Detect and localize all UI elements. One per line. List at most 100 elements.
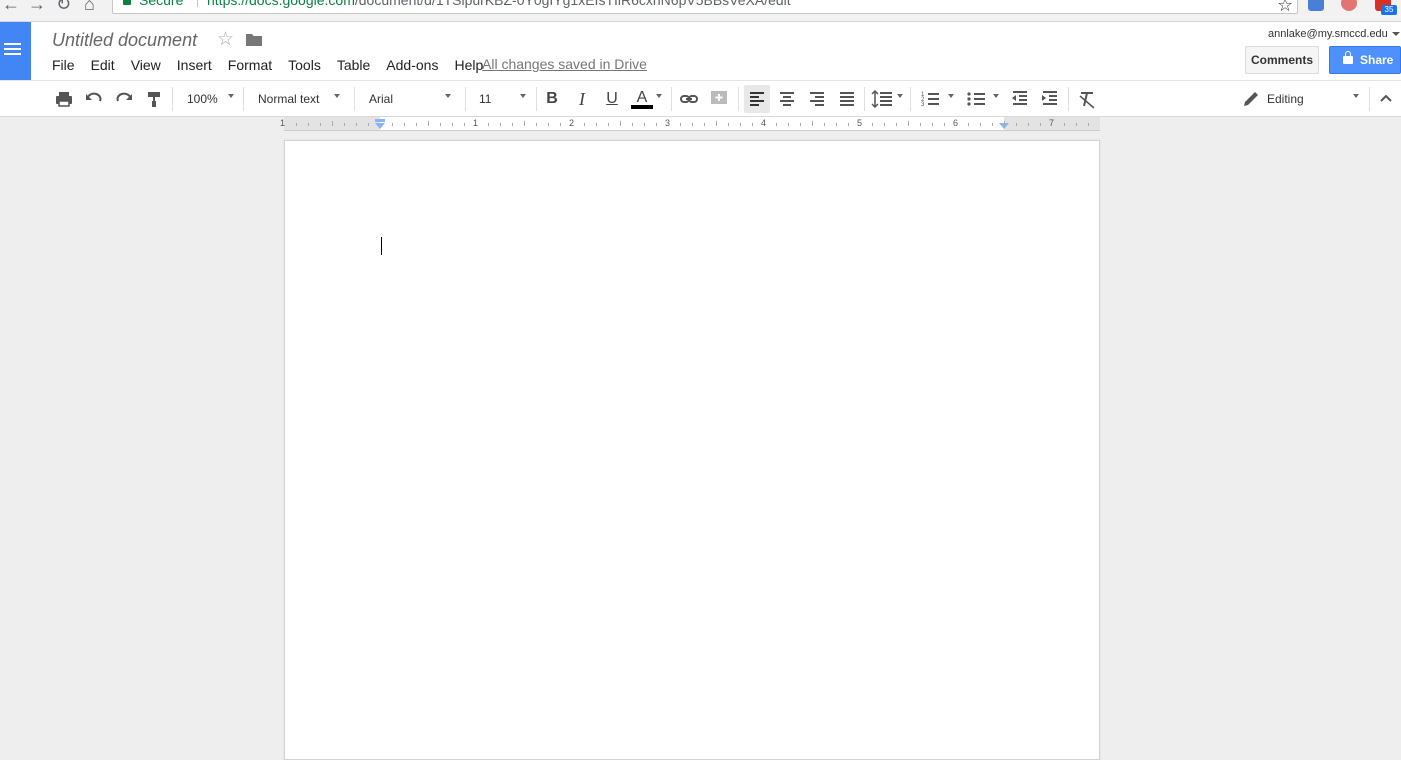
ruler-tick	[944, 123, 945, 126]
toolbar-separator	[671, 87, 672, 111]
extension-icon[interactable]	[1341, 0, 1357, 11]
clear-formatting-icon[interactable]	[1076, 85, 1098, 113]
address-bar[interactable]: Secure https://docs.google.com/document/…	[112, 0, 1298, 14]
font-size-caret-icon	[520, 94, 526, 98]
menu-insert[interactable]: Insert	[177, 57, 212, 73]
paint-format-icon[interactable]	[143, 85, 165, 113]
ruler-tick	[536, 123, 537, 126]
ruler-tick	[836, 123, 837, 126]
align-justify-icon[interactable]	[834, 85, 860, 113]
toolbar-separator	[172, 87, 173, 111]
ruler-tick	[356, 123, 357, 126]
ruler-tick	[512, 123, 513, 126]
menu-edit[interactable]: Edit	[91, 57, 115, 73]
editing-mode-select[interactable]: Editing	[1267, 85, 1347, 113]
menu-view[interactable]: View	[131, 57, 161, 73]
add-comment-icon[interactable]	[708, 85, 730, 113]
account-caret-icon[interactable]	[1392, 32, 1400, 36]
bulleted-list-icon[interactable]	[964, 85, 988, 113]
ruler-tick	[416, 123, 417, 126]
ruler-tick	[1028, 123, 1029, 126]
align-left-icon[interactable]	[744, 85, 770, 113]
lock-icon	[1343, 51, 1353, 64]
folder-icon[interactable]	[246, 33, 262, 46]
ruler-tick	[344, 123, 345, 126]
back-icon[interactable]: ←	[2, 0, 20, 15]
ruler-number: 6	[953, 118, 959, 128]
font-select[interactable]: Arial	[369, 85, 453, 113]
first-line-indent-handle[interactable]	[375, 119, 385, 122]
save-status-link[interactable]: All changes saved in Drive	[482, 56, 647, 72]
ruler-number: 3	[665, 118, 671, 128]
chevron-up-icon[interactable]	[1376, 85, 1396, 113]
reload-icon[interactable]: ↻	[56, 0, 71, 15]
comments-button[interactable]: Comments	[1245, 46, 1319, 74]
extension-icon[interactable]	[1308, 0, 1324, 11]
ruler-tick	[560, 123, 561, 126]
decrease-indent-icon[interactable]	[1008, 85, 1032, 113]
document-title[interactable]: Untitled document	[52, 30, 197, 51]
line-spacing-icon[interactable]	[870, 85, 894, 113]
editing-mode-caret-icon	[1353, 94, 1359, 98]
numbered-list-icon[interactable]: 123	[918, 85, 942, 113]
ruler-tick	[896, 123, 897, 126]
redo-icon[interactable]	[113, 85, 135, 113]
ruler-tick	[620, 121, 621, 126]
font-size-select[interactable]: 11	[479, 85, 527, 113]
print-icon[interactable]	[53, 85, 75, 113]
numbered-list-caret-icon	[948, 94, 954, 98]
ruler-tick	[848, 123, 849, 126]
document-canvas	[0, 131, 1401, 760]
zoom-select[interactable]: 100%	[187, 85, 235, 113]
toolbar-separator	[738, 87, 739, 111]
url-text[interactable]: https://docs.google.com/document/d/1TSlp…	[207, 0, 791, 8]
ruler-tick	[1004, 121, 1005, 126]
ruler-number: 4	[761, 118, 767, 128]
docs-header: Untitled document ☆ File Edit View Inser…	[0, 22, 1401, 80]
menu-tools[interactable]: Tools	[288, 57, 321, 73]
docs-home-icon[interactable]	[0, 22, 31, 80]
bulleted-list-caret-icon	[993, 94, 999, 98]
ruler-tick	[488, 123, 489, 126]
bold-icon[interactable]: B	[541, 85, 563, 113]
italic-icon[interactable]: I	[571, 85, 593, 113]
ruler-tick	[872, 123, 873, 126]
menu-format[interactable]: Format	[228, 57, 272, 73]
ruler-tick	[812, 121, 813, 126]
menu-table[interactable]: Table	[337, 57, 370, 73]
forward-icon[interactable]: →	[28, 0, 46, 15]
menu-add-ons[interactable]: Add-ons	[386, 57, 438, 73]
ruler-tick	[752, 123, 753, 126]
menu-help[interactable]: Help	[454, 57, 483, 73]
align-center-icon[interactable]	[774, 85, 800, 113]
account-email[interactable]: annlake@my.smccd.edu	[1268, 28, 1388, 40]
ruler[interactable]: 1 1 2 3 4 5 6 7	[280, 117, 1100, 131]
secure-lock-icon	[123, 0, 131, 5]
style-select[interactable]: Normal text	[258, 85, 343, 113]
ruler-tick	[332, 121, 333, 126]
home-icon[interactable]: ⌂	[84, 0, 95, 15]
align-right-icon[interactable]	[804, 85, 830, 113]
ruler-number: 7	[1049, 118, 1055, 128]
line-spacing-caret-icon	[897, 94, 903, 98]
share-button[interactable]: Share	[1329, 46, 1401, 74]
secure-label: Secure	[139, 0, 184, 8]
ruler-tick	[716, 121, 717, 126]
link-icon[interactable]	[678, 85, 700, 113]
ruler-tick	[800, 123, 801, 126]
bookmark-star-icon[interactable]: ☆	[1277, 0, 1293, 16]
left-indent-handle[interactable]	[375, 123, 385, 129]
increase-indent-icon[interactable]	[1038, 85, 1062, 113]
browser-chrome: ← → ↻ ⌂ Secure https://docs.google.com/d…	[0, 0, 1401, 22]
toolbar-separator	[1068, 87, 1069, 111]
document-page[interactable]	[284, 140, 1100, 760]
ruler-tick	[884, 123, 885, 126]
menu-file[interactable]: File	[52, 57, 75, 73]
ruler-tick	[1064, 123, 1065, 126]
underline-icon[interactable]: U	[601, 85, 623, 113]
star-icon[interactable]: ☆	[217, 28, 234, 51]
ruler-tick	[920, 123, 921, 126]
ruler-tick	[1088, 123, 1089, 126]
undo-icon[interactable]	[83, 85, 105, 113]
toolbar-separator	[243, 87, 244, 111]
